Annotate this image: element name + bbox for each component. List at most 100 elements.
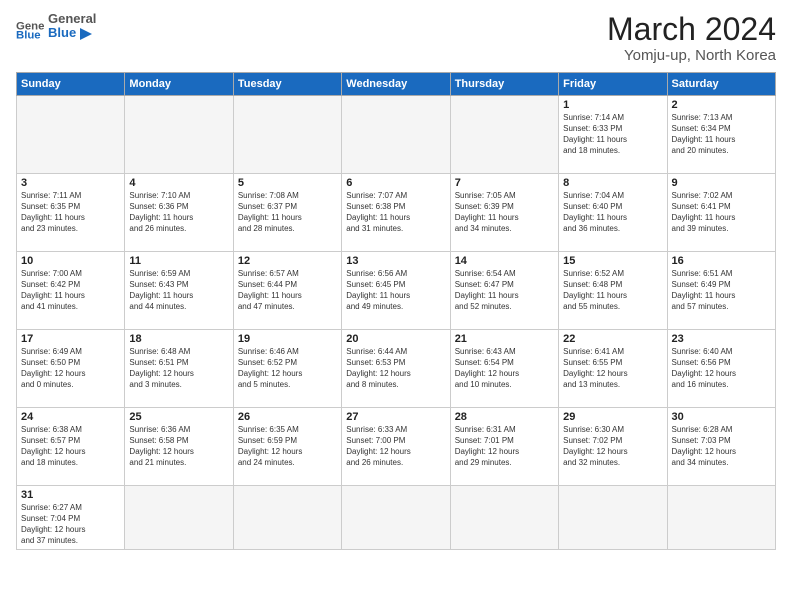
day-number: 23 (672, 333, 771, 345)
day-number: 3 (21, 177, 120, 189)
day-info: Sunrise: 7:11 AM Sunset: 6:35 PM Dayligh… (21, 191, 120, 234)
table-row (233, 96, 341, 174)
day-number: 4 (129, 177, 228, 189)
day-number: 12 (238, 255, 337, 267)
day-number: 29 (563, 411, 662, 423)
day-number: 25 (129, 411, 228, 423)
header-sunday: Sunday (17, 73, 125, 96)
day-number: 28 (455, 411, 554, 423)
table-row: 1Sunrise: 7:14 AM Sunset: 6:33 PM Daylig… (559, 96, 667, 174)
day-info: Sunrise: 6:52 AM Sunset: 6:48 PM Dayligh… (563, 269, 662, 312)
logo-general: General (48, 12, 96, 26)
day-info: Sunrise: 6:27 AM Sunset: 7:04 PM Dayligh… (21, 503, 120, 546)
table-row (667, 486, 775, 550)
header-monday: Monday (125, 73, 233, 96)
day-info: Sunrise: 6:38 AM Sunset: 6:57 PM Dayligh… (21, 425, 120, 468)
month-title: March 2024 (607, 12, 776, 47)
day-number: 5 (238, 177, 337, 189)
table-row: 4 Sunrise: 7:10 AM Sunset: 6:36 PM Daylig… (125, 174, 233, 252)
day-info: Sunrise: 6:59 AM Sunset: 6:43 PM Dayligh… (129, 269, 228, 312)
day-info: Sunrise: 6:51 AM Sunset: 6:49 PM Dayligh… (672, 269, 771, 312)
day-number: 10 (21, 255, 120, 267)
table-row: 31 Sunrise: 6:27 AM Sunset: 7:04 PM Dayli… (17, 486, 125, 550)
day-info: Sunrise: 7:04 AM Sunset: 6:40 PM Dayligh… (563, 191, 662, 234)
table-row: 15 Sunrise: 6:52 AM Sunset: 6:48 PM Dayli… (559, 252, 667, 330)
table-row: 28 Sunrise: 6:31 AM Sunset: 7:01 PM Dayli… (450, 408, 558, 486)
table-row: 21Sunrise: 6:43 AM Sunset: 6:54 PM Dayli… (450, 330, 558, 408)
table-row: 22 Sunrise: 6:41 AM Sunset: 6:55 PM Dayli… (559, 330, 667, 408)
header-tuesday: Tuesday (233, 73, 341, 96)
table-row: 23 Sunrise: 6:40 AM Sunset: 6:56 PM Dayli… (667, 330, 775, 408)
day-number: 17 (21, 333, 120, 345)
day-number: 27 (346, 411, 445, 423)
day-number: 6 (346, 177, 445, 189)
day-number: 11 (129, 255, 228, 267)
day-number: 31 (21, 489, 120, 501)
calendar-table: Sunday Monday Tuesday Wednesday Thursday… (16, 72, 776, 550)
day-info: Sunrise: 6:48 AM Sunset: 6:51 PM Dayligh… (129, 347, 228, 390)
table-row (342, 486, 450, 550)
day-number: 16 (672, 255, 771, 267)
day-number: 8 (563, 177, 662, 189)
table-row: 27 Sunrise: 6:33 AM Sunset: 7:00 PM Dayli… (342, 408, 450, 486)
header-saturday: Saturday (667, 73, 775, 96)
day-number: 2 (672, 99, 771, 111)
page: General Blue General Blue March 2024 Yom… (0, 0, 792, 612)
day-info: Sunrise: 7:05 AM Sunset: 6:39 PM Dayligh… (455, 191, 554, 234)
header-thursday: Thursday (450, 73, 558, 96)
day-number: 20 (346, 333, 445, 345)
day-number: 7 (455, 177, 554, 189)
table-row: 7 Sunrise: 7:05 AM Sunset: 6:39 PM Daylig… (450, 174, 558, 252)
day-info: Sunrise: 7:08 AM Sunset: 6:37 PM Dayligh… (238, 191, 337, 234)
table-row: 20 Sunrise: 6:44 AM Sunset: 6:53 PM Dayli… (342, 330, 450, 408)
header-wednesday: Wednesday (342, 73, 450, 96)
day-info: Sunrise: 6:40 AM Sunset: 6:56 PM Dayligh… (672, 347, 771, 390)
table-row: 17 Sunrise: 6:49 AM Sunset: 6:50 PM Dayli… (17, 330, 125, 408)
table-row: 30Sunrise: 6:28 AM Sunset: 7:03 PM Dayli… (667, 408, 775, 486)
day-info: Sunrise: 6:33 AM Sunset: 7:00 PM Dayligh… (346, 425, 445, 468)
logo-triangle-icon (80, 28, 92, 40)
table-row: 3 Sunrise: 7:11 AM Sunset: 6:35 PM Daylig… (17, 174, 125, 252)
table-row: 13 Sunrise: 6:56 AM Sunset: 6:45 PM Dayli… (342, 252, 450, 330)
day-info: Sunrise: 6:41 AM Sunset: 6:55 PM Dayligh… (563, 347, 662, 390)
table-row: 29 Sunrise: 6:30 AM Sunset: 7:02 PM Dayli… (559, 408, 667, 486)
day-number: 18 (129, 333, 228, 345)
day-number: 13 (346, 255, 445, 267)
day-info: Sunrise: 6:31 AM Sunset: 7:01 PM Dayligh… (455, 425, 554, 468)
table-row: 5 Sunrise: 7:08 AM Sunset: 6:37 PM Daylig… (233, 174, 341, 252)
table-row: 12Sunrise: 6:57 AM Sunset: 6:44 PM Dayli… (233, 252, 341, 330)
location-title: Yomju-up, North Korea (607, 47, 776, 64)
day-info: Sunrise: 7:13 AM Sunset: 6:34 PM Dayligh… (672, 113, 771, 156)
day-info: Sunrise: 6:35 AM Sunset: 6:59 PM Dayligh… (238, 425, 337, 468)
table-row (125, 96, 233, 174)
day-info: Sunrise: 6:44 AM Sunset: 6:53 PM Dayligh… (346, 347, 445, 390)
table-row: 18 Sunrise: 6:48 AM Sunset: 6:51 PM Dayli… (125, 330, 233, 408)
header-friday: Friday (559, 73, 667, 96)
day-info: Sunrise: 6:49 AM Sunset: 6:50 PM Dayligh… (21, 347, 120, 390)
table-row (342, 96, 450, 174)
day-info: Sunrise: 6:56 AM Sunset: 6:45 PM Dayligh… (346, 269, 445, 312)
day-info: Sunrise: 7:07 AM Sunset: 6:38 PM Dayligh… (346, 191, 445, 234)
day-info: Sunrise: 6:36 AM Sunset: 6:58 PM Dayligh… (129, 425, 228, 468)
svg-text:Blue: Blue (16, 30, 41, 41)
table-row (450, 96, 558, 174)
day-info: Sunrise: 7:10 AM Sunset: 6:36 PM Dayligh… (129, 191, 228, 234)
day-number: 30 (672, 411, 771, 423)
day-number: 15 (563, 255, 662, 267)
title-block: March 2024 Yomju-up, North Korea (607, 12, 776, 64)
header: General Blue General Blue March 2024 Yom… (16, 12, 776, 64)
table-row: 9Sunrise: 7:02 AM Sunset: 6:41 PM Daylig… (667, 174, 775, 252)
table-row: 2 Sunrise: 7:13 AM Sunset: 6:34 PM Daylig… (667, 96, 775, 174)
table-row: 11 Sunrise: 6:59 AM Sunset: 6:43 PM Dayli… (125, 252, 233, 330)
day-info: Sunrise: 6:54 AM Sunset: 6:47 PM Dayligh… (455, 269, 554, 312)
table-row (559, 486, 667, 550)
day-info: Sunrise: 6:30 AM Sunset: 7:02 PM Dayligh… (563, 425, 662, 468)
table-row (125, 486, 233, 550)
table-row (17, 96, 125, 174)
day-info: Sunrise: 7:02 AM Sunset: 6:41 PM Dayligh… (672, 191, 771, 234)
day-info: Sunrise: 7:00 AM Sunset: 6:42 PM Dayligh… (21, 269, 120, 312)
day-info: Sunrise: 7:14 AM Sunset: 6:33 PM Dayligh… (563, 113, 662, 156)
table-row: 16 Sunrise: 6:51 AM Sunset: 6:49 PM Dayli… (667, 252, 775, 330)
day-number: 22 (563, 333, 662, 345)
day-info: Sunrise: 6:46 AM Sunset: 6:52 PM Dayligh… (238, 347, 337, 390)
